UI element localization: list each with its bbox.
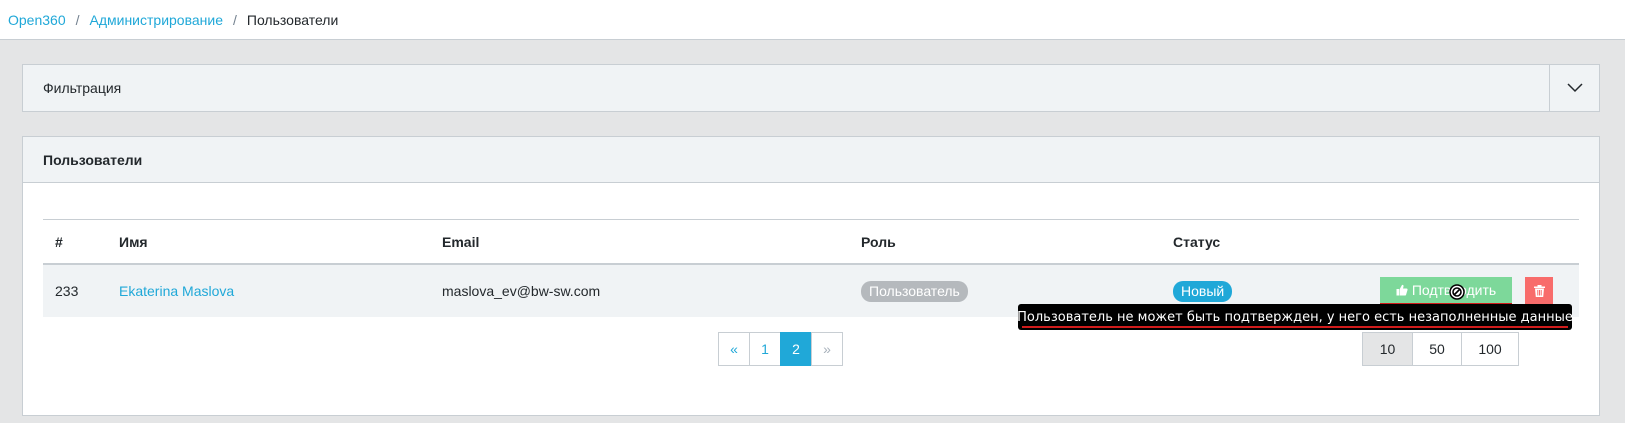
- column-header-name: Имя: [119, 233, 148, 250]
- delete-button[interactable]: [1525, 277, 1553, 305]
- column-header-email: Email: [442, 233, 480, 250]
- pagination-prev[interactable]: «: [718, 332, 750, 366]
- tooltip-text: Пользователь не может быть подтвержден, …: [1017, 309, 1573, 325]
- not-allowed-cursor-icon: [1449, 284, 1465, 300]
- page-size-100[interactable]: 100: [1461, 332, 1519, 366]
- column-header-id: #: [55, 233, 63, 250]
- pagination-next: »: [811, 332, 843, 366]
- user-name-link[interactable]: Ekaterina Maslova: [119, 283, 234, 299]
- user-email: maslova_ev@bw-sw.com: [442, 283, 601, 299]
- users-table: # Имя Email Роль Статус 233 Ekaterina Ma…: [43, 219, 1579, 317]
- page-size-10[interactable]: 10: [1362, 332, 1413, 366]
- role-badge: Пользователь: [861, 280, 968, 302]
- pagination-page-2[interactable]: 2: [780, 332, 812, 366]
- table-header: # Имя Email Роль Статус: [43, 220, 1579, 265]
- pagination-page-1[interactable]: 1: [749, 332, 781, 366]
- breadcrumb-link-home[interactable]: Open360: [8, 12, 66, 28]
- breadcrumb-link-admin[interactable]: Администрирование: [90, 12, 224, 28]
- breadcrumb-current: Пользователи: [246, 11, 339, 28]
- users-panel-title: Пользователи: [23, 137, 1599, 183]
- breadcrumb: Open360 / Администрирование / Пользовате…: [0, 0, 1625, 40]
- page-size-50[interactable]: 50: [1412, 332, 1462, 366]
- trash-icon: [1533, 285, 1545, 297]
- status-badge: Новый: [1173, 280, 1233, 302]
- breadcrumb-separator: /: [75, 11, 80, 28]
- breadcrumb-separator: /: [233, 11, 237, 28]
- tooltip-underline: [1022, 326, 1568, 328]
- chevron-down-icon: [1566, 83, 1583, 93]
- approve-disabled-tooltip: Пользователь не может быть подтвержден, …: [1017, 304, 1573, 330]
- approve-button[interactable]: Подтвердить: [1380, 277, 1512, 305]
- filter-panel: Фильтрация: [22, 64, 1600, 112]
- thumbs-up-icon: [1396, 284, 1408, 296]
- page-size-selector: 10 50 100: [1362, 332, 1519, 366]
- filter-toggle-button[interactable]: [1549, 65, 1599, 111]
- users-panel: Пользователи # Имя Email Роль Статус 233…: [22, 136, 1600, 416]
- column-header-role: Роль: [861, 233, 896, 250]
- user-id: 233: [55, 283, 79, 299]
- column-header-status: Статус: [1173, 233, 1221, 250]
- pagination: « 1 2 »: [718, 332, 843, 366]
- filter-title: Фильтрация: [43, 80, 122, 96]
